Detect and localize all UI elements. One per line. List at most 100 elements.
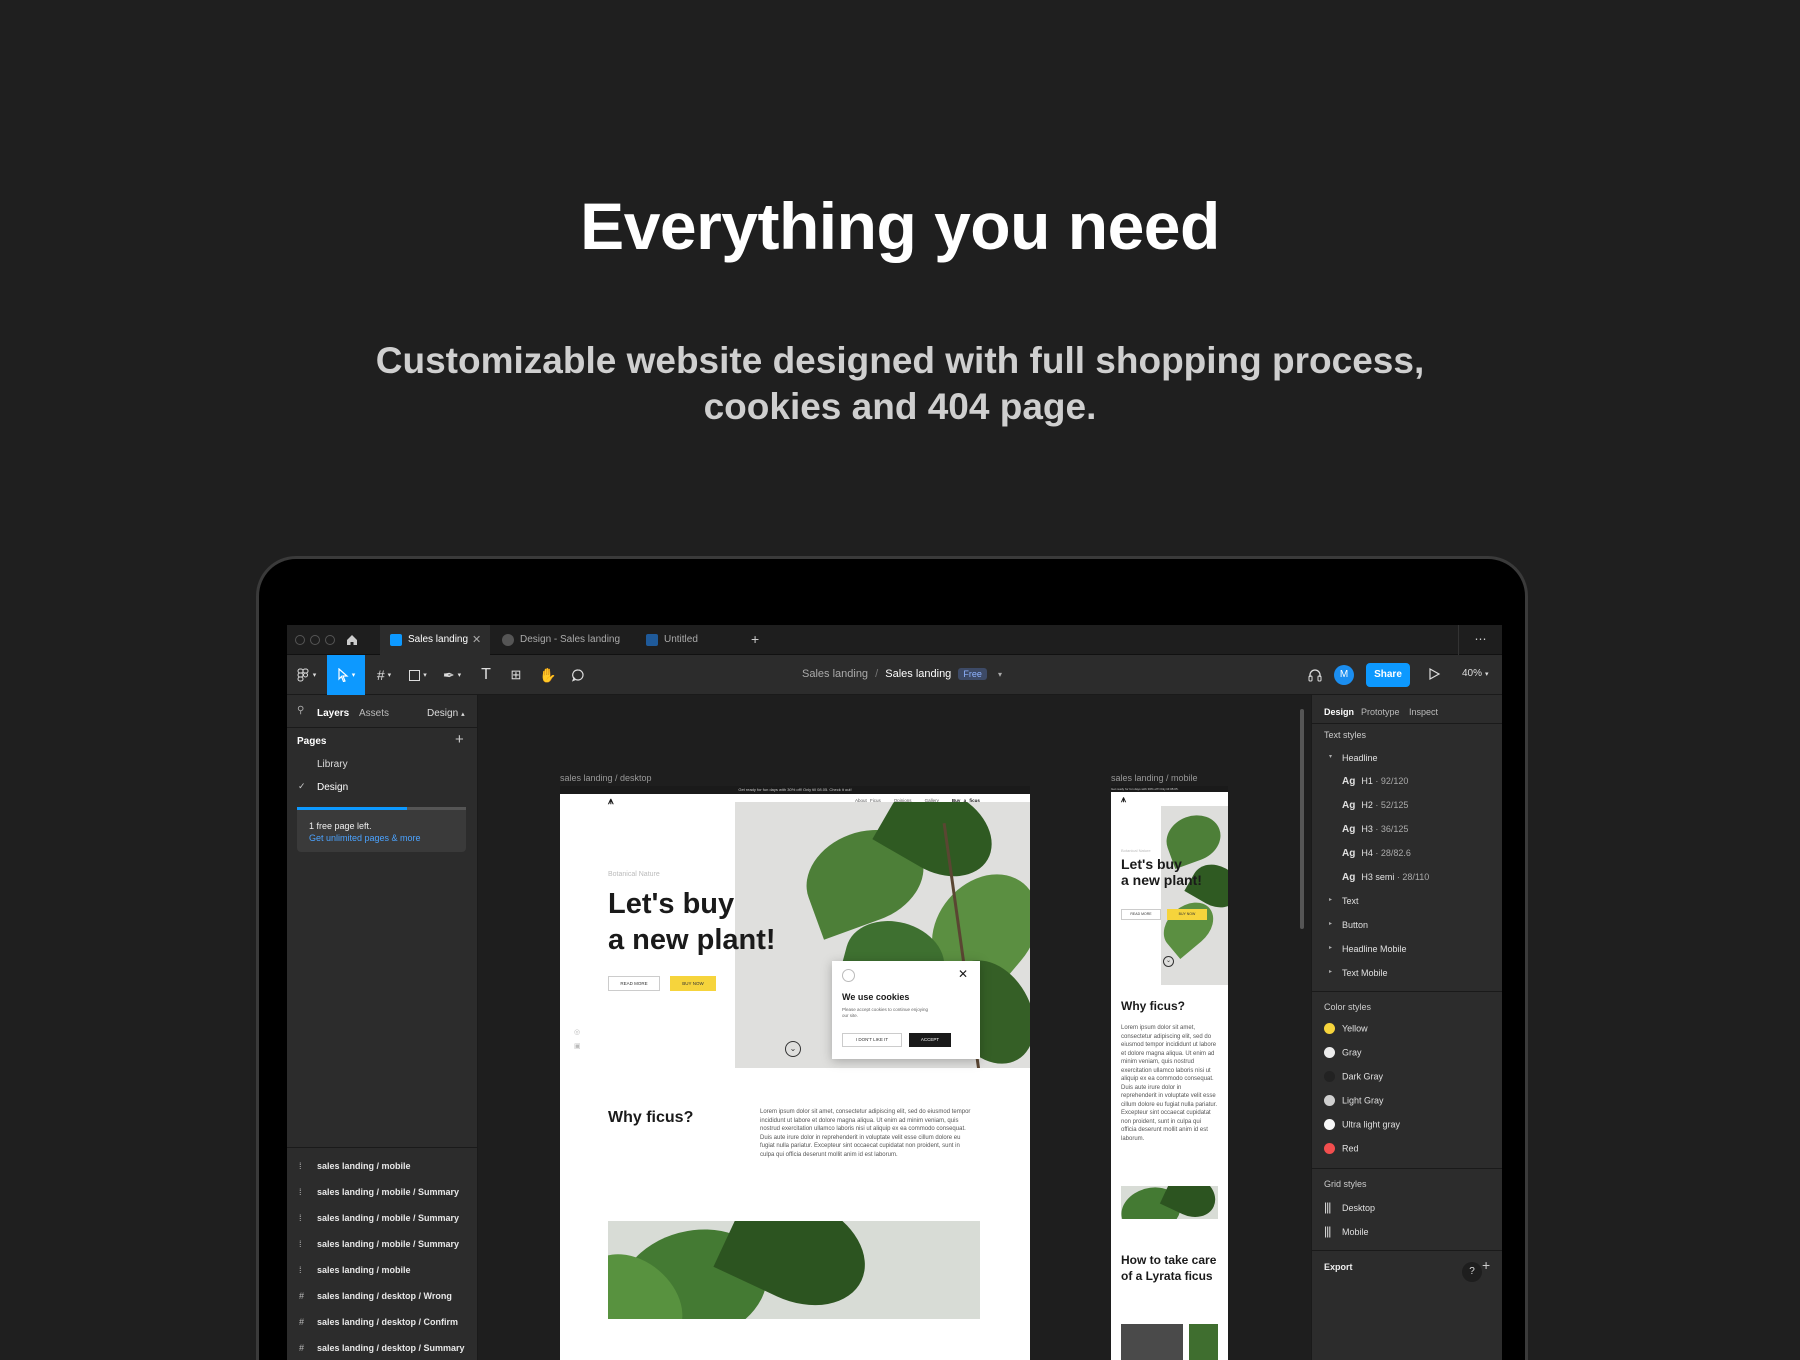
- layer-item[interactable]: ⁞ sales landing / mobile / Summary: [299, 1239, 459, 1249]
- color-style-item[interactable]: Gray: [1324, 1047, 1362, 1059]
- add-export-plus-icon[interactable]: +: [1482, 1257, 1490, 1273]
- tab-design[interactable]: Design: [1324, 707, 1354, 717]
- tab-design-sales-landing[interactable]: Design - Sales landing: [492, 625, 634, 655]
- page-dropdown[interactable]: Design ▴: [427, 708, 465, 719]
- chevron-down-icon[interactable]: ▾: [998, 670, 1002, 679]
- text-style-h4[interactable]: Ag H4 · 28/82.6: [1342, 848, 1411, 859]
- layer-item[interactable]: # sales landing / desktop / Summary: [299, 1343, 465, 1353]
- avatar[interactable]: M: [1334, 665, 1354, 685]
- more-options-icon[interactable]: ⋯: [1458, 625, 1502, 655]
- collapsed-caret-icon[interactable]: ▸: [1329, 896, 1332, 903]
- read-more-button[interactable]: READ MORE: [1121, 909, 1161, 920]
- grid-style-desktop[interactable]: Desktop: [1342, 1203, 1375, 1213]
- style-group-text[interactable]: Text: [1342, 896, 1359, 906]
- share-button[interactable]: Share: [1366, 663, 1410, 687]
- text-tool-icon[interactable]: T: [469, 655, 503, 695]
- color-style-item[interactable]: Dark Gray: [1324, 1071, 1383, 1083]
- help-icon[interactable]: ?: [1462, 1262, 1482, 1282]
- color-style-item[interactable]: Yellow: [1324, 1023, 1368, 1035]
- right-panel: Design Prototype Inspect Text styles ▾ H…: [1311, 695, 1502, 1360]
- expanded-caret-icon[interactable]: ▾: [1329, 753, 1332, 760]
- decline-cookies-button[interactable]: I DON'T LIKE IT: [842, 1033, 902, 1047]
- layer-item[interactable]: ⁞ sales landing / mobile / Summary: [299, 1213, 459, 1223]
- zoom-level[interactable]: 40% ▾: [1462, 668, 1489, 679]
- left-panel: ⚲ Layers Assets Design ▴ Pages + Library …: [287, 695, 478, 1360]
- text-style-h3-semi[interactable]: Ag H3 semi · 28/110: [1342, 872, 1429, 883]
- upgrade-link[interactable]: Get unlimited pages & more: [309, 833, 421, 843]
- style-meta: 28/110: [1402, 872, 1430, 882]
- layer-item[interactable]: ⁞ sales landing / mobile / Summary: [299, 1187, 459, 1197]
- color-style-item[interactable]: Ultra light gray: [1324, 1119, 1401, 1131]
- home-icon[interactable]: [345, 633, 359, 647]
- breadcrumb-project[interactable]: Sales landing: [802, 668, 868, 680]
- main-menu-icon[interactable]: ▾: [289, 655, 323, 695]
- hero-headline-line-1: Let's buy: [1121, 856, 1182, 872]
- read-more-button[interactable]: READ MORE: [608, 976, 660, 991]
- collapsed-caret-icon[interactable]: ▸: [1329, 944, 1332, 951]
- style-group-button[interactable]: Button: [1342, 920, 1368, 930]
- tab-inspect[interactable]: Inspect: [1409, 707, 1438, 717]
- window-maximize-dot[interactable]: [325, 635, 335, 645]
- comment-tool-icon[interactable]: [561, 655, 595, 695]
- hand-tool-icon[interactable]: ✋: [531, 655, 565, 695]
- frame-tool-icon[interactable]: # ▾: [367, 655, 401, 695]
- close-dialog-icon[interactable]: ✕: [958, 967, 968, 981]
- canvas-scrollbar[interactable]: [1300, 709, 1304, 929]
- canvas[interactable]: sales landing / desktop sales landing / …: [478, 695, 1311, 1360]
- buy-now-button[interactable]: BUY NOW: [1167, 909, 1207, 920]
- color-style-item[interactable]: Light Gray: [1324, 1095, 1384, 1107]
- plan-badge: Free: [958, 668, 987, 680]
- style-group-headline-mobile[interactable]: Headline Mobile: [1342, 944, 1407, 954]
- layer-item[interactable]: # sales landing / desktop / Wrong: [299, 1291, 452, 1301]
- mobile-frame-label[interactable]: sales landing / mobile: [1111, 773, 1198, 783]
- scroll-down-icon[interactable]: ⌄: [1163, 956, 1174, 967]
- facebook-icon[interactable]: ▣: [574, 1040, 581, 1054]
- rectangle-tool-icon[interactable]: ▾: [401, 655, 435, 695]
- collapsed-caret-icon[interactable]: ▸: [1329, 920, 1332, 927]
- component-icon: ⁞: [299, 1187, 302, 1197]
- buy-now-button[interactable]: BUY NOW: [670, 976, 716, 991]
- grid-style-mobile[interactable]: Mobile: [1342, 1227, 1369, 1237]
- color-style-item[interactable]: Red: [1324, 1143, 1359, 1155]
- desktop-frame[interactable]: Get ready for fun days with 30% off! Onl…: [560, 786, 1030, 1360]
- desktop-frame-label[interactable]: sales landing / desktop: [560, 773, 652, 783]
- tab-assets[interactable]: Assets: [359, 708, 389, 719]
- breadcrumb: Sales landing / Sales landing Free ▾: [802, 668, 1002, 680]
- tab-sales-landing[interactable]: Sales landing ✕: [380, 625, 490, 655]
- window-minimize-dot[interactable]: [310, 635, 320, 645]
- text-style-h1[interactable]: Ag H1 · 92/120: [1342, 776, 1408, 787]
- add-page-plus-icon[interactable]: +: [455, 731, 464, 748]
- style-group-text-mobile[interactable]: Text Mobile: [1342, 968, 1388, 978]
- color-style-label: Ultra light gray: [1342, 1119, 1401, 1130]
- tab-untitled[interactable]: Untitled: [636, 625, 726, 655]
- accept-cookies-button[interactable]: ACCEPT: [909, 1033, 951, 1047]
- collapsed-caret-icon[interactable]: ▸: [1329, 968, 1332, 975]
- style-name: H4: [1361, 848, 1373, 858]
- page-item-design[interactable]: Design: [317, 782, 348, 793]
- instagram-icon[interactable]: ◎: [574, 1026, 581, 1040]
- style-group-headline[interactable]: Headline: [1342, 753, 1378, 763]
- new-tab-plus-icon[interactable]: +: [751, 631, 759, 647]
- headphones-icon[interactable]: [1307, 667, 1323, 683]
- scroll-down-icon[interactable]: ⌄: [785, 1041, 801, 1057]
- components-tool-icon[interactable]: ⊞: [499, 655, 533, 695]
- text-style-h3[interactable]: Ag H3 · 36/125: [1342, 824, 1408, 835]
- layer-item[interactable]: ⁞ sales landing / mobile: [299, 1265, 411, 1275]
- move-tool-icon[interactable]: ▾: [327, 655, 365, 695]
- search-icon[interactable]: ⚲: [297, 705, 304, 716]
- mobile-frame[interactable]: Get ready for fun days with 30% off! Onl…: [1111, 786, 1228, 1360]
- page-item-library[interactable]: Library: [317, 759, 348, 770]
- close-tab-icon[interactable]: ✕: [472, 625, 481, 655]
- layer-item[interactable]: # sales landing / desktop / Confirm: [299, 1317, 458, 1327]
- breadcrumb-file[interactable]: Sales landing: [885, 668, 951, 680]
- window-close-dot[interactable]: [295, 635, 305, 645]
- present-play-icon[interactable]: [1427, 667, 1441, 681]
- grid-icon: |||: [1324, 1224, 1331, 1238]
- app-window: Sales landing ✕ Design - Sales landing U…: [287, 625, 1502, 1360]
- grid-styles-heading: Grid styles: [1324, 1179, 1367, 1189]
- text-style-h2[interactable]: Ag H2 · 52/125: [1342, 800, 1408, 811]
- pen-tool-icon[interactable]: ✒ ▾: [435, 655, 469, 695]
- layer-item[interactable]: ⁞ sales landing / mobile: [299, 1161, 411, 1171]
- tab-layers[interactable]: Layers: [317, 708, 349, 719]
- tab-prototype[interactable]: Prototype: [1361, 707, 1400, 717]
